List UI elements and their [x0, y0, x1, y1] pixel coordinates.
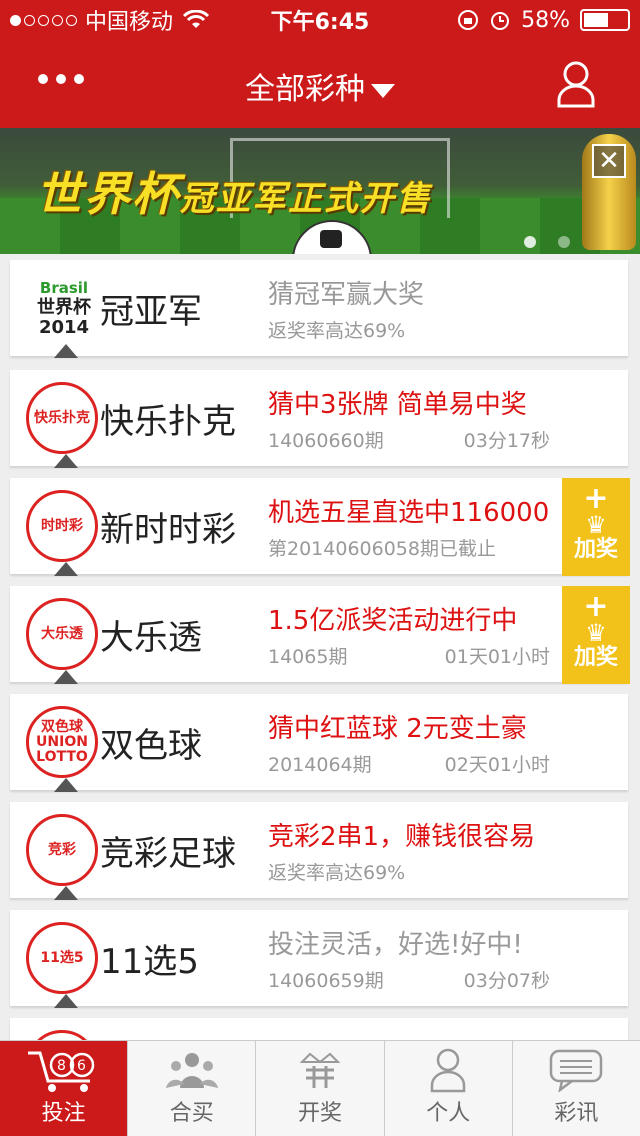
tab-label: 个人 [426, 1101, 471, 1126]
lottery-name: 11选5 [100, 942, 199, 982]
lottery-issue: 14060660期 [268, 430, 384, 452]
svg-text:6: 6 [77, 1058, 86, 1074]
bonus-badge: + ♛ 加奖 [562, 478, 630, 576]
dlt-logo-icon: 大乐透 [26, 598, 98, 670]
lottery-type-selector[interactable]: 全部彩种 [0, 64, 640, 108]
tab-label: 合买 [169, 1101, 214, 1126]
svg-text:8: 8 [57, 1058, 66, 1074]
row-notch [54, 454, 78, 468]
tab-bet[interactable]: 8 6 投注 [0, 1041, 129, 1136]
banner-title: 世界杯 [36, 167, 180, 221]
lottery-list: Brasil 世界杯 2014 冠亚军 猜冠军赢大奖 返奖率高达69% 快乐扑克 快… [0, 254, 640, 1040]
plus-icon: + [583, 589, 609, 624]
lottery-info: 返奖率高达69% [268, 320, 406, 342]
battery-percent: 58% [521, 7, 570, 33]
cart-icon: 8 6 [0, 1041, 127, 1099]
lottery-item-jczq[interactable]: 竞彩 竞彩足球 竞彩2串1，赚钱很容易 返奖率高达69% [10, 802, 628, 900]
lottery-slogan: 1.5亿派奖活动进行中 [268, 606, 518, 636]
message-icon [513, 1041, 640, 1099]
lottery-slogan: 竞彩2串1，赚钱很容易 [268, 822, 536, 852]
lottery-info: 返奖率高达69% [268, 862, 406, 884]
lottery-slogan: 猜冠军赢大奖 [268, 280, 425, 310]
lottery-slogan: 猜中3张牌 简单易中奖 [268, 390, 527, 420]
row-notch [54, 670, 78, 684]
banner-headline: 世界杯冠亚军正式开售 [36, 158, 432, 224]
lottery-item-partial[interactable] [10, 1018, 628, 1040]
alarm-icon [491, 12, 510, 30]
lottery-name: 竞彩足球 [100, 834, 236, 874]
happy-poker-logo-icon: 快乐扑克 [26, 382, 98, 454]
bonus-label: 加奖 [573, 537, 618, 562]
crown-icon: ♛ [585, 619, 607, 647]
banner-close-button[interactable]: ✕ [592, 144, 626, 178]
tab-label: 彩讯 [554, 1101, 599, 1126]
crown-icon: ♛ [585, 511, 607, 539]
bonus-label: 加奖 [573, 645, 618, 670]
lottery-countdown: 03分17秒 [463, 430, 550, 452]
lottery-item-dlt[interactable]: 大乐透 大乐透 1.5亿派奖活动进行中 14065期 01天01小时 + ♛ 加… [10, 586, 630, 684]
chevron-down-icon [371, 83, 395, 98]
lottery-issue: 14060659期 [268, 970, 384, 992]
row-notch [54, 562, 78, 576]
bonus-badge: + ♛ 加奖 [562, 586, 630, 684]
user-icon[interactable] [556, 60, 596, 108]
signal-strength-icon [10, 14, 77, 26]
lottery-item-ssq[interactable]: 双色球 UNION LOTTO 双色球 猜中红蓝球 2元变土豪 2014064期… [10, 694, 628, 792]
lottery-name: 新时时彩 [100, 510, 236, 550]
lottery-name: 大乐透 [100, 618, 202, 658]
lottery-slogan: 投注灵活，好选!好中! [268, 930, 523, 960]
wifi-icon [183, 10, 210, 28]
lottery-name: 快乐扑克 [100, 402, 236, 442]
lottery-issue: 2014064期 [268, 754, 372, 776]
lottery-countdown: 01天01小时 [444, 646, 550, 668]
lottery-countdown: 02天01小时 [444, 754, 550, 776]
row-notch [54, 344, 78, 358]
nav-title-label: 全部彩种 [245, 72, 365, 107]
lottery-countdown: 03分07秒 [463, 970, 550, 992]
jczq-logo-icon: 竞彩 [26, 814, 98, 886]
nav-bar: 全部彩种 [0, 40, 640, 128]
row-notch [54, 994, 78, 1008]
lottery-issue: 14065期 [268, 646, 348, 668]
lottery-name: 冠亚军 [100, 292, 202, 332]
plus-icon: + [583, 481, 609, 516]
lottery-item-champion[interactable]: Brasil 世界杯 2014 冠亚军 猜冠军赢大奖 返奖率高达69% [10, 260, 628, 358]
lottery-slogan: 猜中红蓝球 2元变土豪 [268, 714, 527, 744]
group-icon [128, 1041, 255, 1099]
lottery-item-ssc[interactable]: 时时彩 新时时彩 机选五星直选中116000 第20140606058期已截止 … [10, 478, 630, 576]
tab-label: 开奖 [298, 1101, 343, 1126]
row-notch [54, 886, 78, 900]
ssc-logo-icon: 时时彩 [26, 490, 98, 562]
tab-news[interactable]: 彩讯 [513, 1041, 640, 1136]
page-dot [524, 236, 536, 248]
world-cup-logo-icon: Brasil 世界杯 2014 [24, 272, 104, 344]
ssq-logo-icon: 双色球 UNION LOTTO [26, 706, 98, 778]
tab-personal[interactable]: 个人 [385, 1041, 513, 1136]
row-notch [54, 778, 78, 792]
promo-banner[interactable]: 世界杯冠亚军正式开售 ✕ [0, 128, 640, 254]
lottery-issue: 第20140606058期已截止 [268, 538, 496, 560]
person-icon [385, 1041, 512, 1099]
lottery-name: 双色球 [100, 726, 202, 766]
status-bar: 中国移动 下午6:45 58% [0, 0, 640, 40]
tab-draw-results[interactable]: 开奖 [256, 1041, 385, 1136]
tab-bar: 8 6 投注 合买 开奖 个人 彩讯 [0, 1040, 640, 1136]
11x5-logo-icon: 11选5 [26, 922, 98, 994]
page-dot [558, 236, 570, 248]
rotation-lock-icon [458, 10, 479, 30]
crown-icon [256, 1041, 383, 1099]
lottery-logo-icon [26, 1030, 98, 1040]
lottery-slogan: 机选五星直选中116000 [268, 498, 550, 528]
battery-icon [580, 9, 630, 31]
lottery-item-happy-poker[interactable]: 快乐扑克 快乐扑克 猜中3张牌 简单易中奖 14060660期 03分17秒 [10, 370, 628, 468]
banner-page-indicator [524, 236, 570, 248]
tab-label: 投注 [41, 1101, 86, 1126]
tab-group-buy[interactable]: 合买 [128, 1041, 257, 1136]
lottery-item-11x5[interactable]: 11选5 11选5 投注灵活，好选!好中! 14060659期 03分07秒 [10, 910, 628, 1008]
carrier-name: 中国移动 [85, 10, 174, 35]
banner-subtitle: 冠亚军正式开售 [180, 179, 432, 219]
